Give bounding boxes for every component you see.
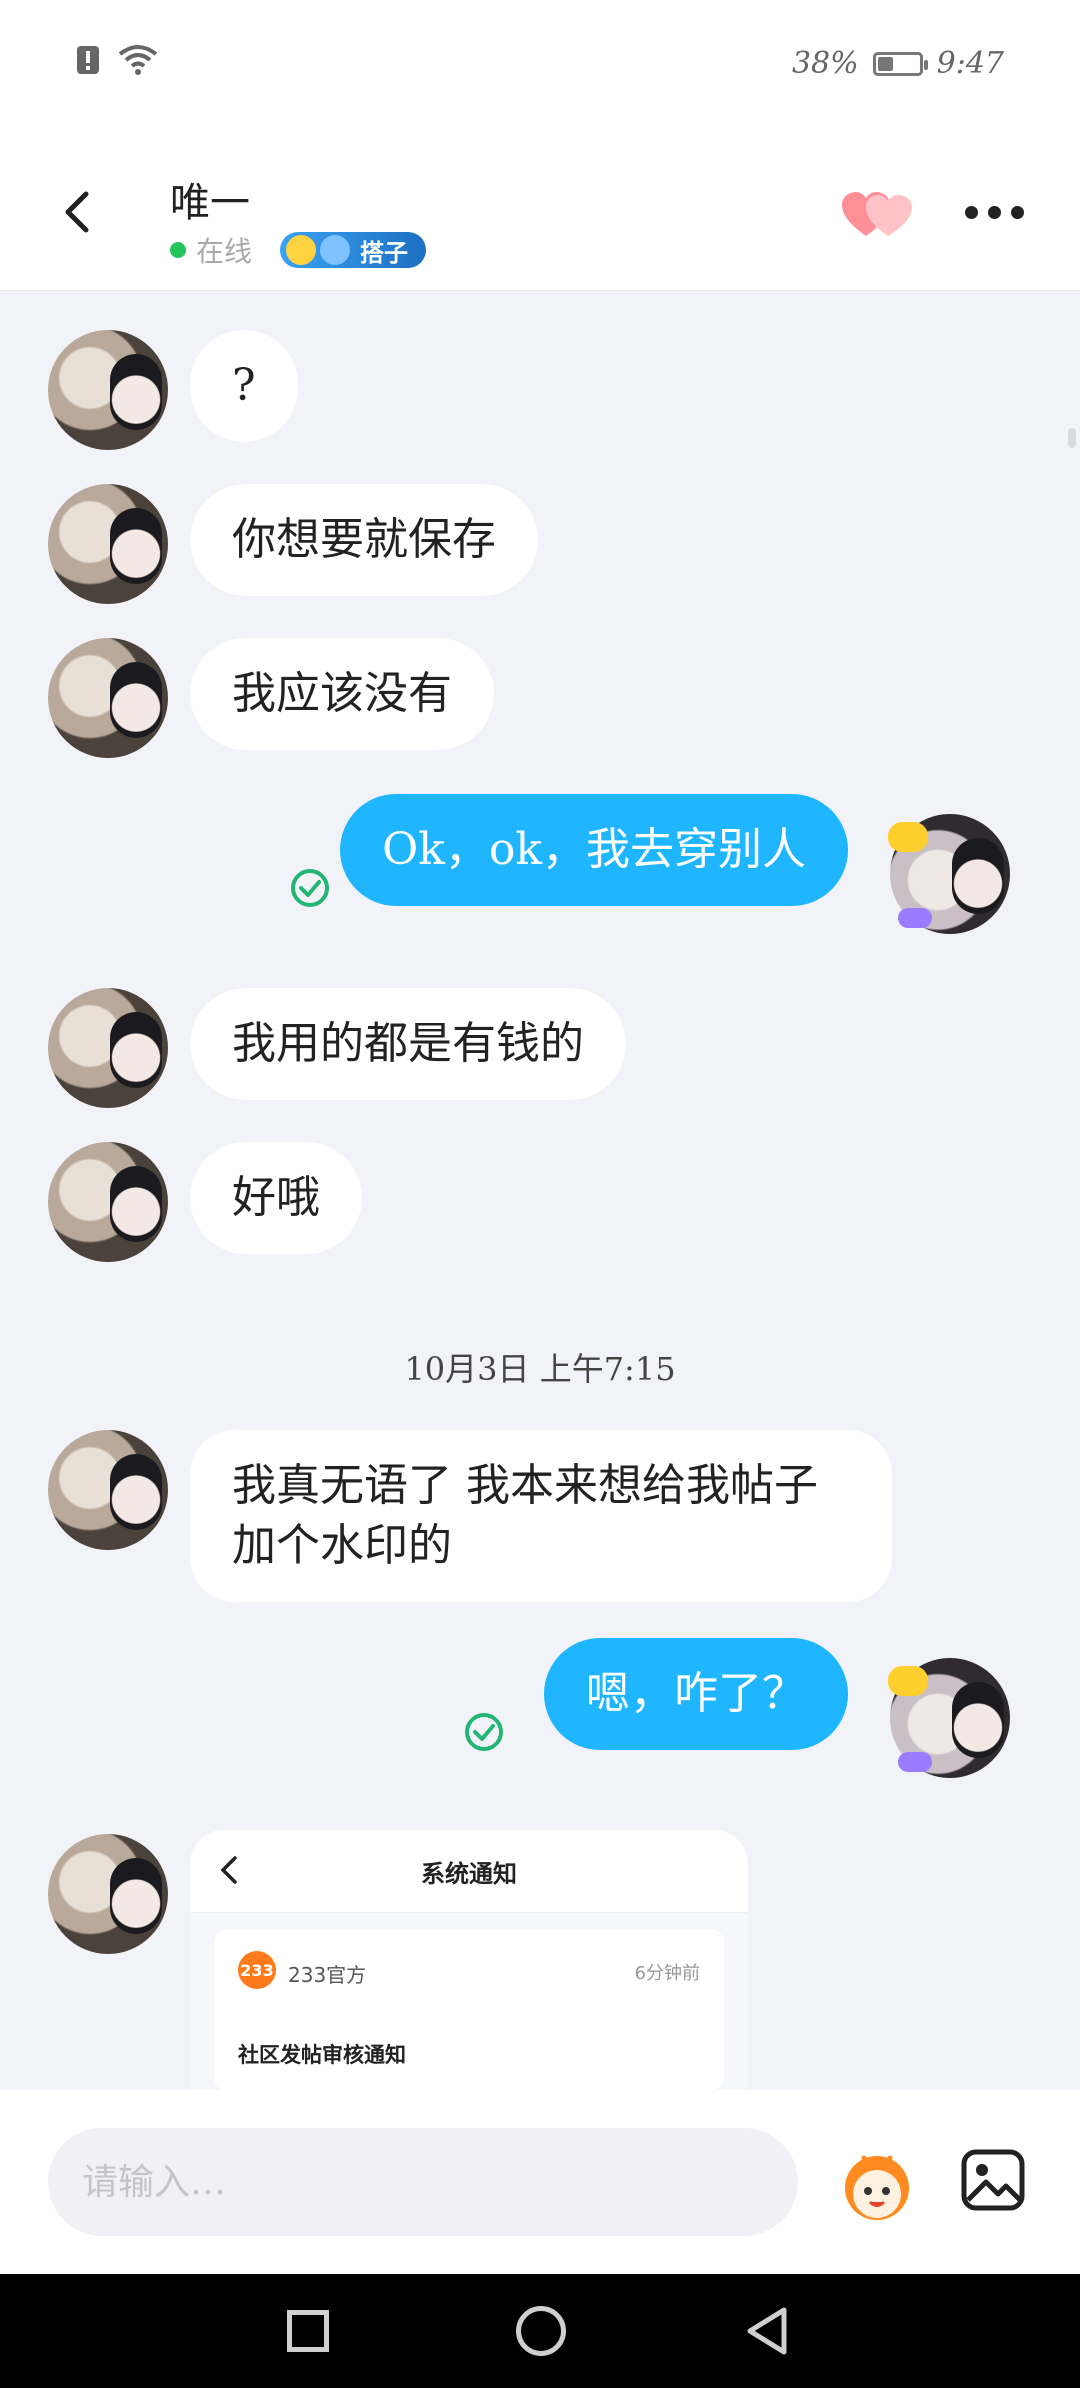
star-emoji-icon [320,235,351,265]
contact-avatar[interactable] [48,484,168,604]
app-logo-icon: 233 [238,1951,276,1989]
card-header: 系统通知 [190,1830,748,1913]
mascot-emoji-icon[interactable] [834,2146,920,2222]
message-bubble-out[interactable]: Ok，ok，我去穿别人 [340,794,848,906]
hearts-icon[interactable] [842,192,914,238]
read-check-icon [291,869,329,907]
notice-time: 6分钟前 [634,1963,700,1984]
badge-label: 搭子 [360,238,409,267]
online-status: 在线 [196,235,253,268]
card-title: 系统通知 [421,1860,517,1888]
status-bar: 38% 9:47 [0,0,1080,130]
decoration-sticker-icon [898,1752,932,1772]
sunglasses-emoji-icon [286,235,317,265]
status-left [76,44,158,76]
online-dot-icon [170,242,186,258]
read-check-icon [465,1713,503,1751]
message-bubble-in[interactable]: ? [190,330,298,442]
battery-percent: 38% [791,46,859,81]
back-nav-icon[interactable] [744,2306,790,2356]
more-menu-icon[interactable] [965,206,1024,219]
notice-title: 社区发帖审核通知 [238,2043,406,2067]
sunglasses-sticker-icon [888,1666,928,1696]
input-bar [0,2090,1080,2274]
contact-avatar[interactable] [48,1430,168,1550]
message-bubble-in[interactable]: 我应该没有 [190,638,494,750]
contact-avatar[interactable] [48,638,168,758]
image-icon[interactable] [960,2148,1026,2212]
system-nav-bar [0,2274,1080,2388]
presence: 在线 搭子 [170,230,427,270]
card-body: 233 233官方 6分钟前 社区发帖审核通知 [190,1913,748,2090]
wifi-icon [118,45,158,75]
recents-icon[interactable] [287,2310,329,2352]
sunglasses-sticker-icon [888,822,928,852]
shared-screenshot-card[interactable]: 系统通知 233 233官方 6分钟前 社区发帖审核通知 [190,1830,748,2090]
decoration-sticker-icon [898,908,932,928]
notice-item: 233 233官方 6分钟前 社区发帖审核通知 [214,1929,724,2090]
status-right: 38% 9:47 [792,46,1004,81]
contact-avatar[interactable] [48,1834,168,1954]
back-arrow-icon[interactable] [56,190,100,234]
message-timestamp: 10月3日 上午7:15 [404,1350,676,1388]
contact-avatar[interactable] [48,330,168,450]
message-bubble-in[interactable]: 你想要就保存 [190,484,538,596]
scrollbar[interactable] [1068,428,1076,448]
message-bubble-in[interactable]: 我真无语了 我本来想给我帖子加个水印的 [190,1430,892,1602]
clock: 9:47 [936,46,1004,81]
notification-icon [77,46,99,74]
notice-source: 233官方 [288,1963,367,1987]
chat-header: 唯一 在线 搭子 [0,130,1080,291]
message-bubble-in[interactable]: 我用的都是有钱的 [190,988,626,1100]
message-bubble-out[interactable]: 嗯，咋了？ [544,1638,848,1750]
contact-name: 唯一 [170,180,250,226]
partner-badge[interactable]: 搭子 [280,232,427,268]
message-input[interactable] [48,2128,798,2236]
battery-icon [872,51,928,76]
contact-avatar[interactable] [48,988,168,1108]
contact-avatar[interactable] [48,1142,168,1262]
message-bubble-in[interactable]: 好哦 [190,1142,362,1254]
home-icon[interactable] [516,2306,566,2356]
